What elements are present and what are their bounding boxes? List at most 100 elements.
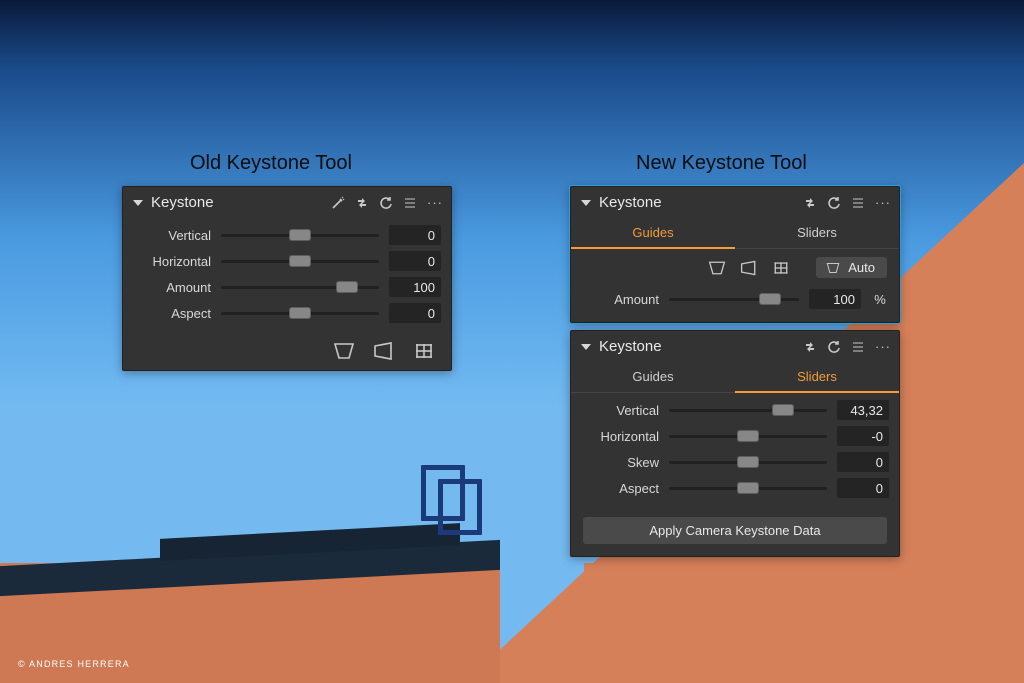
slider-rows: Vertical 0 Horizontal 0 Amount 100 Aspec…	[123, 218, 451, 336]
magic-wand-icon[interactable]	[331, 196, 345, 210]
slider-value[interactable]: 0	[389, 251, 441, 271]
slider-label: Horizontal	[581, 429, 659, 444]
slider-value[interactable]: 0	[837, 452, 889, 472]
keystone-vertical-icon[interactable]	[708, 260, 726, 276]
keystone-mode-icons	[708, 260, 790, 276]
slider-row-horizontal: Horizontal -0	[581, 423, 889, 449]
reset-arrow-icon[interactable]	[827, 340, 841, 354]
collapse-chevron-icon[interactable]	[133, 200, 143, 206]
panel-title: Keystone	[599, 194, 662, 211]
slider-track[interactable]	[221, 260, 379, 263]
panel-header-icons: ···	[331, 196, 441, 210]
slider-label: Amount	[581, 292, 659, 307]
slider-track[interactable]	[221, 234, 379, 237]
keystone-mode-icons	[123, 336, 451, 370]
slider-label: Amount	[133, 280, 211, 295]
slider-row-skew: Skew 0	[581, 449, 889, 475]
slider-thumb[interactable]	[289, 255, 311, 267]
slider-track[interactable]	[669, 298, 799, 301]
slider-rows: Amount 100 %	[571, 286, 899, 322]
slider-thumb[interactable]	[336, 281, 358, 293]
panel-title: Keystone	[599, 338, 662, 355]
keystone-horizontal-icon[interactable]	[740, 260, 758, 276]
panel-header[interactable]: Keystone ···	[571, 187, 899, 218]
tabs: Guides Sliders	[571, 218, 899, 249]
slider-thumb[interactable]	[289, 307, 311, 319]
new-keystone-guides-panel: Keystone ··· Guides Sliders Auto	[570, 186, 900, 323]
slider-row-amount: Amount 100 %	[581, 286, 889, 312]
old-keystone-panel: Keystone ··· Vertical 0 Horizontal 0	[122, 186, 452, 371]
panel-header-icons: ···	[803, 340, 889, 354]
slider-label: Horizontal	[133, 254, 211, 269]
slider-thumb[interactable]	[772, 404, 794, 416]
slider-track[interactable]	[669, 409, 827, 412]
apply-camera-keystone-button[interactable]: Apply Camera Keystone Data	[583, 517, 887, 544]
bg-right-wall-base	[584, 563, 1024, 683]
slider-row-aspect: Aspect 0	[133, 300, 441, 326]
stage: © ANDRES HERRERA Old Keystone Tool New K…	[0, 0, 1024, 683]
slider-thumb[interactable]	[737, 482, 759, 494]
guides-toolbar: Auto	[571, 249, 899, 286]
panel-header[interactable]: Keystone ···	[571, 331, 899, 362]
slider-track[interactable]	[221, 312, 379, 315]
slider-value[interactable]: 0	[389, 303, 441, 323]
tabs: Guides Sliders	[571, 362, 899, 393]
section-title-old: Old Keystone Tool	[190, 152, 352, 175]
collapse-chevron-icon[interactable]	[581, 344, 591, 350]
slider-thumb[interactable]	[289, 229, 311, 241]
slider-track[interactable]	[669, 435, 827, 438]
slider-row-horizontal: Horizontal 0	[133, 248, 441, 274]
menu-lines-icon[interactable]	[403, 196, 417, 210]
slider-rows: Vertical 43,32 Horizontal -0 Skew 0 Aspe…	[571, 393, 899, 511]
more-dots-icon[interactable]: ···	[875, 340, 889, 354]
slider-value[interactable]: -0	[837, 426, 889, 446]
collapse-chevron-icon[interactable]	[581, 200, 591, 206]
slider-track[interactable]	[669, 487, 827, 490]
more-dots-icon[interactable]: ···	[875, 196, 889, 210]
slider-label: Skew	[581, 455, 659, 470]
credit-text: © ANDRES HERRERA	[18, 659, 130, 669]
slider-value[interactable]: 100	[389, 277, 441, 297]
slider-value[interactable]: 43,32	[837, 400, 889, 420]
tab-sliders[interactable]: Sliders	[735, 218, 899, 248]
slider-row-vertical: Vertical 0	[133, 222, 441, 248]
tab-sliders[interactable]: Sliders	[735, 362, 899, 392]
more-dots-icon[interactable]: ···	[427, 196, 441, 210]
panel-title: Keystone	[151, 194, 214, 211]
slider-value[interactable]: 100	[809, 289, 861, 309]
swap-arrows-icon[interactable]	[803, 196, 817, 210]
reset-arrow-icon[interactable]	[827, 196, 841, 210]
slider-label: Vertical	[133, 228, 211, 243]
menu-lines-icon[interactable]	[851, 340, 865, 354]
section-title-new: New Keystone Tool	[636, 152, 807, 175]
slider-track[interactable]	[221, 286, 379, 289]
slider-row-aspect: Aspect 0	[581, 475, 889, 501]
tab-guides[interactable]: Guides	[571, 362, 735, 392]
swap-arrows-icon[interactable]	[355, 196, 369, 210]
slider-value[interactable]: 0	[837, 478, 889, 498]
slider-label: Aspect	[581, 481, 659, 496]
slider-suffix: %	[871, 292, 889, 307]
keystone-vertical-icon[interactable]	[333, 342, 355, 360]
slider-row-vertical: Vertical 43,32	[581, 397, 889, 423]
new-keystone-sliders-panel: Keystone ··· Guides Sliders Vertical 43,…	[570, 330, 900, 557]
slider-label: Vertical	[581, 403, 659, 418]
slider-label: Aspect	[133, 306, 211, 321]
keystone-vertical-icon	[826, 261, 840, 275]
slider-thumb[interactable]	[737, 430, 759, 442]
slider-row-amount: Amount 100	[133, 274, 441, 300]
menu-lines-icon[interactable]	[851, 196, 865, 210]
tab-guides[interactable]: Guides	[571, 218, 735, 248]
keystone-horizontal-icon[interactable]	[373, 342, 395, 360]
slider-thumb[interactable]	[759, 293, 781, 305]
bg-ornament-b	[438, 479, 482, 535]
swap-arrows-icon[interactable]	[803, 340, 817, 354]
slider-track[interactable]	[669, 461, 827, 464]
slider-value[interactable]: 0	[389, 225, 441, 245]
auto-button[interactable]: Auto	[816, 257, 887, 278]
keystone-grid-icon[interactable]	[772, 260, 790, 276]
panel-header[interactable]: Keystone ···	[123, 187, 451, 218]
keystone-grid-icon[interactable]	[413, 342, 435, 360]
slider-thumb[interactable]	[737, 456, 759, 468]
reset-arrow-icon[interactable]	[379, 196, 393, 210]
